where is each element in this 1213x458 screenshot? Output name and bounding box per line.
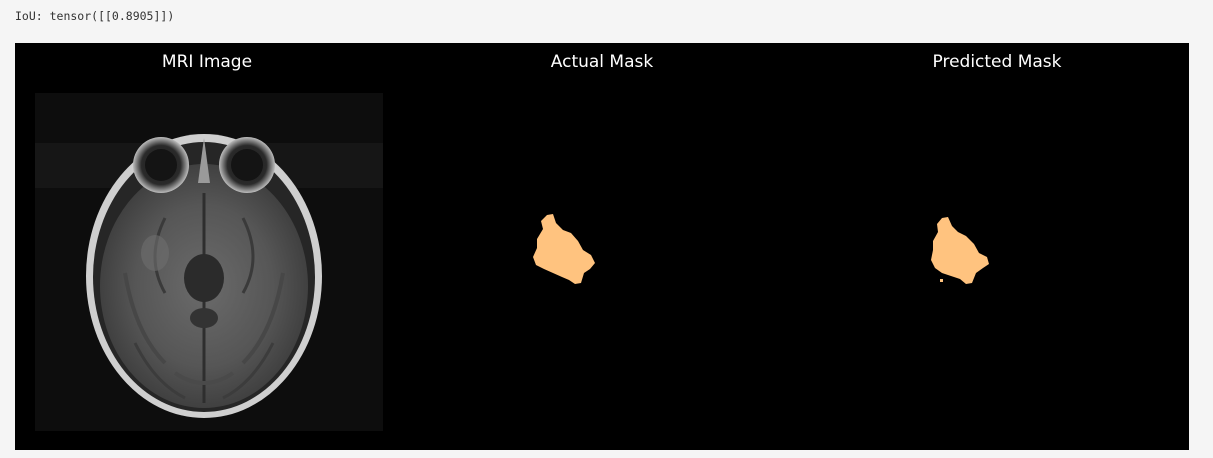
mri-image (35, 93, 383, 431)
actual-mask-region (533, 214, 595, 284)
predicted-mask-region (931, 217, 989, 284)
output-figure: MRI Image Actual Mask Predicted Mask (15, 43, 1189, 450)
panel-title-predicted-mask: Predicted Mask (933, 52, 1062, 72)
cell-output-text: IoU: tensor([[0.8905]]) (15, 9, 175, 23)
predicted-mask-speck (940, 279, 943, 282)
panel-title-mri-image: MRI Image (162, 52, 252, 72)
panel-title-actual-mask: Actual Mask (551, 52, 654, 72)
